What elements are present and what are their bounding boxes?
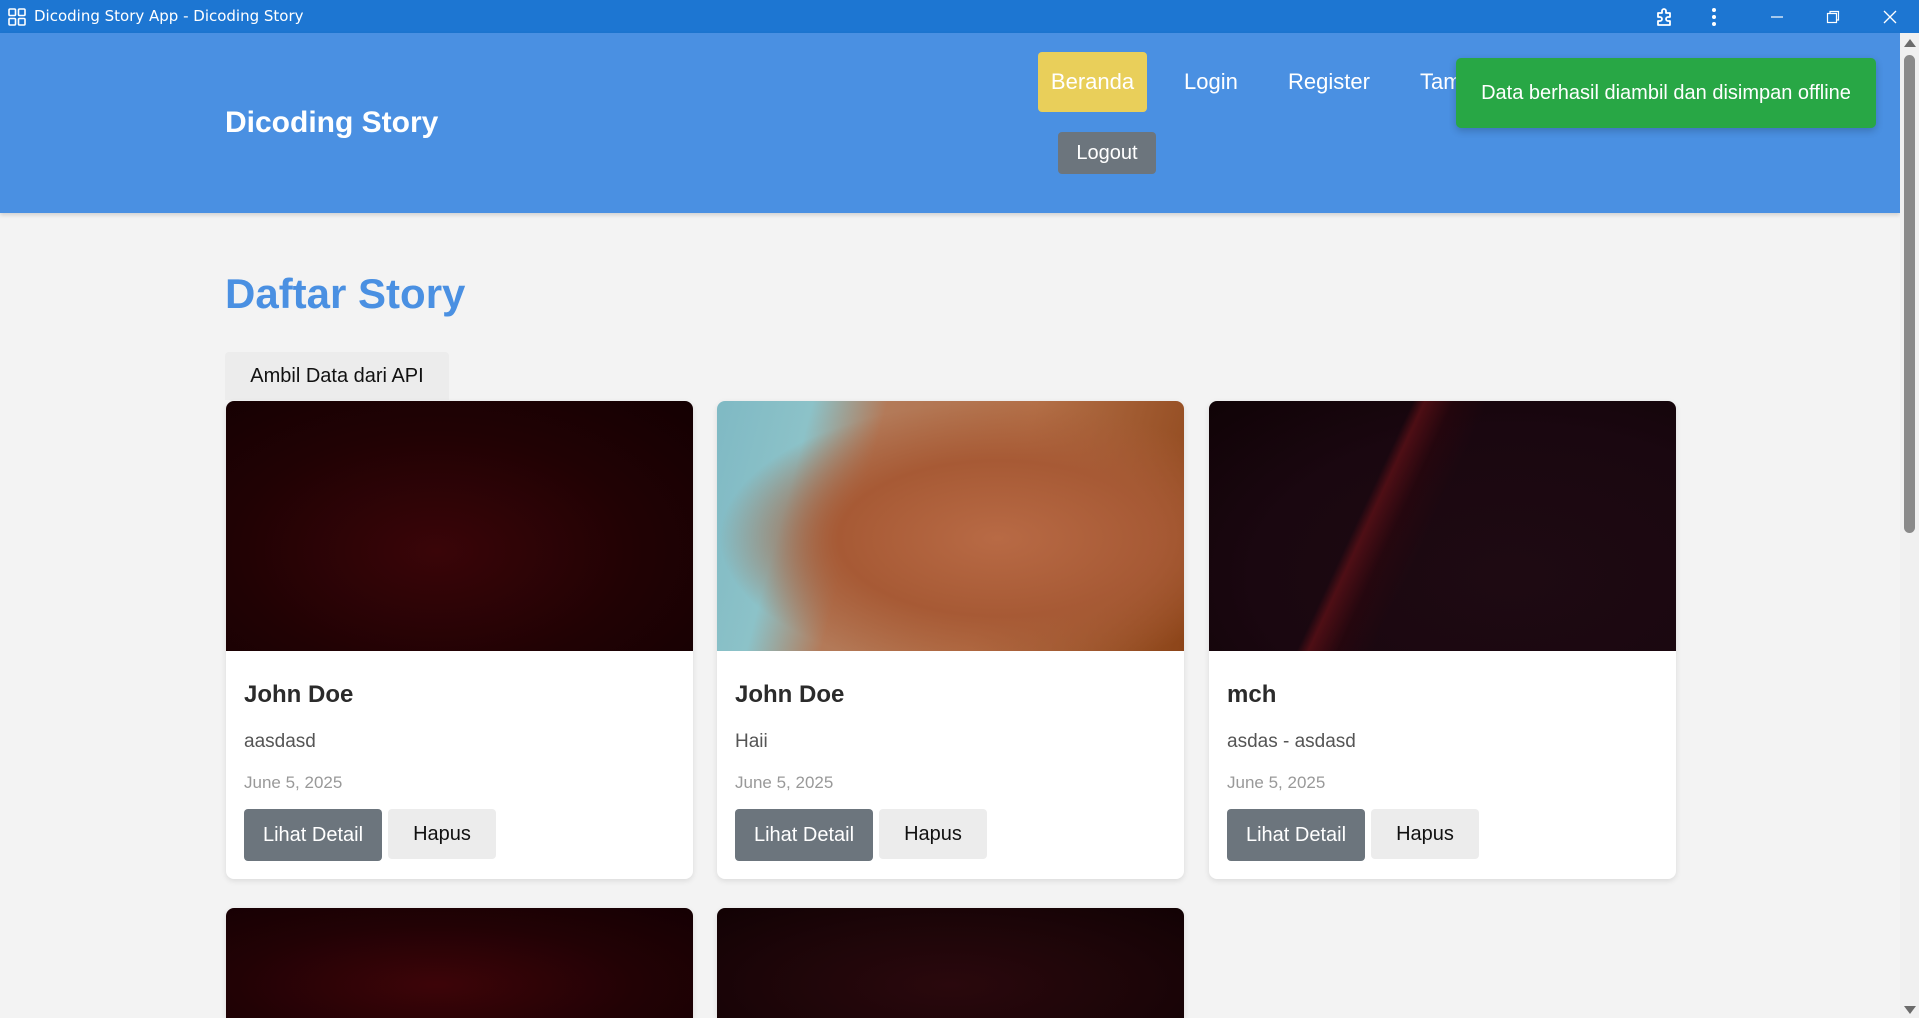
app-grid-icon — [8, 8, 26, 26]
story-description: aasdasd — [244, 731, 316, 752]
story-author: mch — [1227, 681, 1277, 708]
story-description: Haii — [735, 731, 768, 752]
brand-title[interactable]: Dicoding Story — [225, 106, 438, 140]
page-scrollbar[interactable] — [1900, 33, 1919, 1018]
more-options-button[interactable] — [1692, 0, 1736, 33]
delete-button[interactable]: Hapus — [1371, 809, 1479, 859]
logout-button[interactable]: Logout — [1058, 132, 1156, 174]
story-card — [226, 908, 693, 1018]
window-titlebar: Dicoding Story App - Dicoding Story — [0, 0, 1919, 33]
view-detail-button[interactable]: Lihat Detail — [244, 809, 382, 861]
nav-login[interactable]: Login — [1170, 52, 1252, 112]
close-button[interactable] — [1868, 0, 1912, 33]
story-card: mch asdas - asdasd June 5, 2025 Lihat De… — [1209, 401, 1676, 879]
nav-beranda[interactable]: Beranda — [1038, 52, 1147, 112]
nav-register[interactable]: Register — [1274, 52, 1384, 112]
delete-button[interactable]: Hapus — [388, 809, 496, 859]
story-date: June 5, 2025 — [244, 773, 343, 792]
story-date: June 5, 2025 — [1227, 773, 1326, 792]
minimize-icon — [1770, 10, 1784, 24]
story-author: John Doe — [244, 681, 354, 708]
story-author: John Doe — [735, 681, 845, 708]
view-detail-button[interactable]: Lihat Detail — [1227, 809, 1365, 861]
page-title: Daftar Story — [225, 270, 466, 317]
story-card — [717, 908, 1184, 1018]
story-photo — [1209, 401, 1676, 651]
toast-notification: Data berhasil diambil dan disimpan offli… — [1456, 58, 1876, 128]
scrollbar-thumb[interactable] — [1904, 55, 1915, 533]
delete-button[interactable]: Hapus — [879, 809, 987, 859]
story-photo — [226, 908, 693, 1018]
more-vert-icon — [1711, 7, 1717, 27]
window-title: Dicoding Story App - Dicoding Story — [34, 7, 304, 25]
story-description: asdas - asdasd — [1227, 731, 1356, 752]
fetch-api-button[interactable]: Ambil Data dari API — [225, 352, 449, 400]
story-photo — [717, 908, 1184, 1018]
story-card: John Doe aasdasd June 5, 2025 Lihat Deta… — [226, 401, 693, 879]
minimize-button[interactable] — [1755, 0, 1799, 33]
view-detail-button[interactable]: Lihat Detail — [735, 809, 873, 861]
close-icon — [1883, 10, 1897, 24]
extension-icon — [1654, 6, 1676, 28]
restore-button[interactable] — [1811, 0, 1855, 33]
story-photo — [717, 401, 1184, 651]
restore-icon — [1826, 10, 1840, 24]
story-photo — [226, 401, 693, 651]
story-card: John Doe Haii June 5, 2025 Lihat Detail … — [717, 401, 1184, 879]
scroll-down-arrow-icon[interactable] — [1904, 1006, 1916, 1014]
extension-button[interactable] — [1643, 0, 1687, 33]
scroll-up-arrow-icon[interactable] — [1904, 39, 1916, 47]
story-date: June 5, 2025 — [735, 773, 834, 792]
